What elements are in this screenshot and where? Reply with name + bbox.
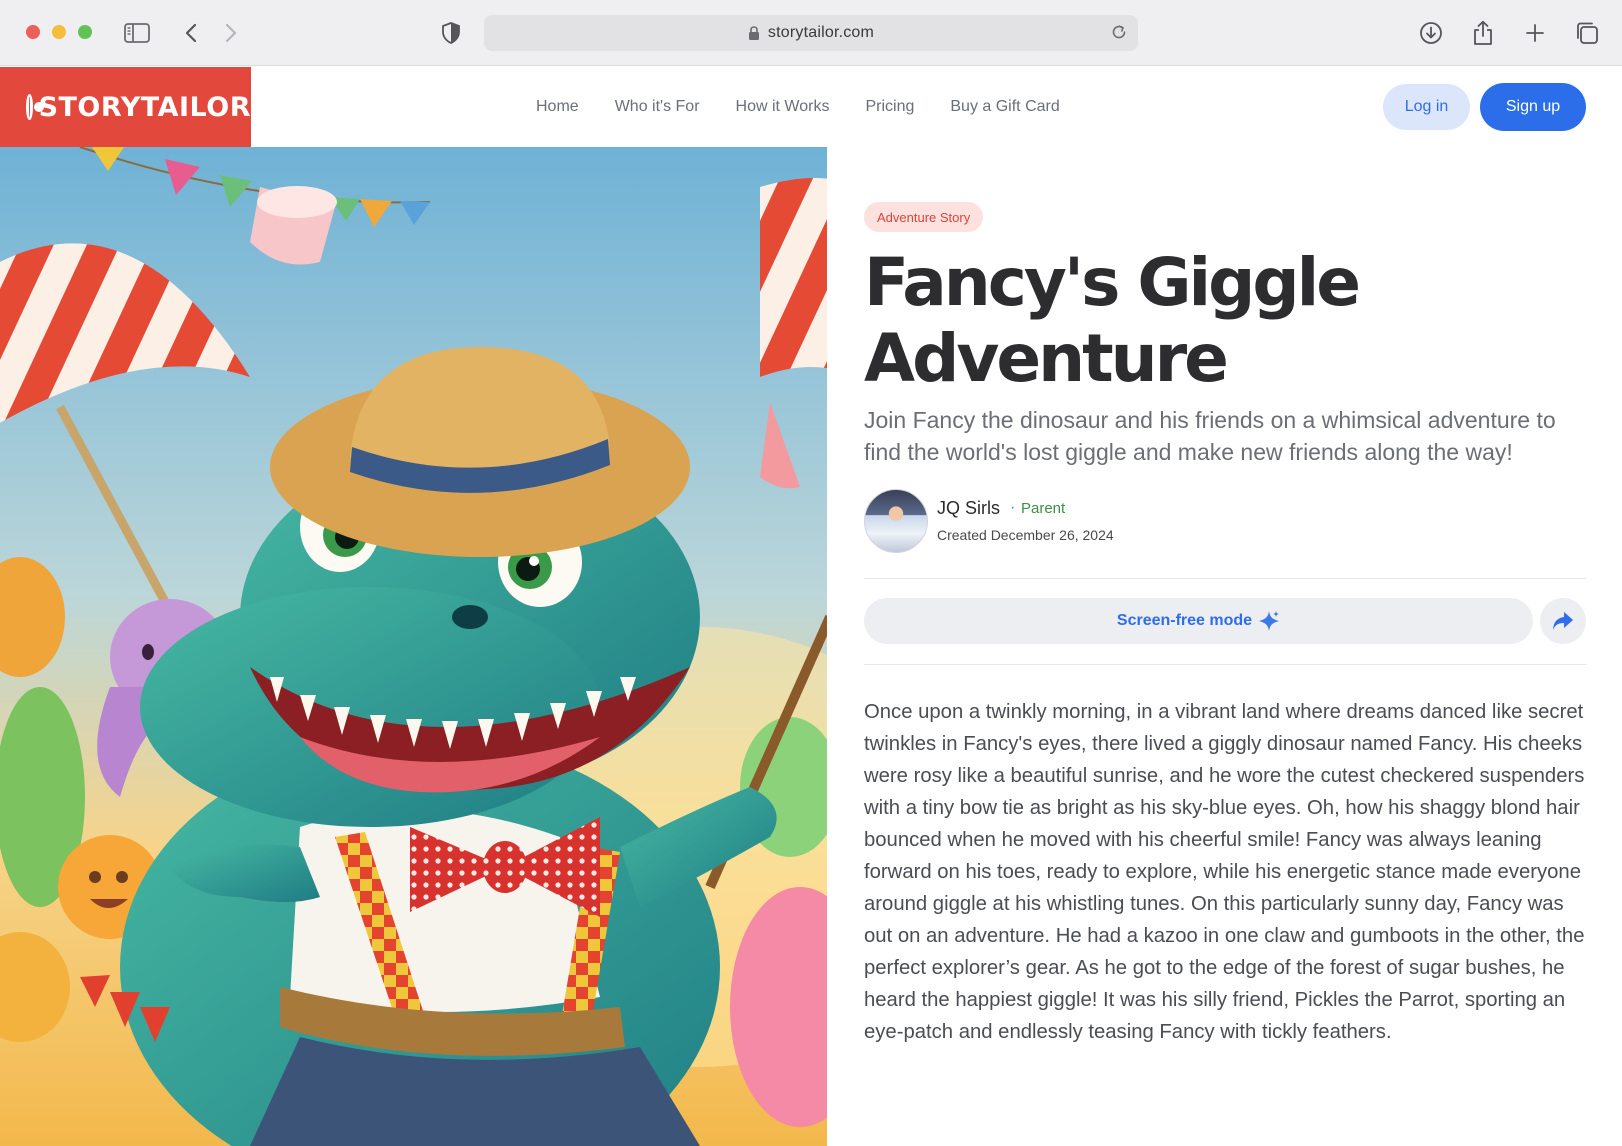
main-nav: Home Who it's For How it Works Pricing B… xyxy=(536,67,1060,147)
nav-who-its-for[interactable]: Who it's For xyxy=(615,98,700,116)
screen-free-mode-label: Screen-free mode xyxy=(1116,612,1253,629)
storytailor-logo[interactable]: STORYTAILOR xyxy=(0,67,251,147)
story-title-line-2: Adventure xyxy=(864,320,1229,397)
sidebar-icon xyxy=(124,23,150,43)
signup-button[interactable]: Sign up xyxy=(1480,83,1586,131)
story-category-tag: Adventure Story xyxy=(864,202,984,232)
download-icon xyxy=(1420,22,1442,44)
author-block: JQ Sirls · Parent Created December 26, 2… xyxy=(864,489,1584,553)
site-header: STORYTAILOR Home Who it's For How it Wor… xyxy=(0,67,1622,147)
window-controls xyxy=(26,25,92,39)
author-role: Parent xyxy=(1021,500,1066,517)
author-separator: · xyxy=(1010,499,1016,516)
nav-pricing[interactable]: Pricing xyxy=(865,98,914,116)
story-title: Fancy's Giggle Adventure xyxy=(864,245,1584,397)
divider-bottom xyxy=(864,664,1586,665)
story-title-line-1: Fancy's Giggle xyxy=(864,244,1361,321)
dinosaur-illustration xyxy=(0,147,827,1146)
nav-how-it-works[interactable]: How it Works xyxy=(736,98,830,116)
minimize-window-button[interactable] xyxy=(52,25,66,39)
created-date: Created December 26, 2024 xyxy=(937,527,1114,543)
nav-buy-gift-card[interactable]: Buy a Gift Card xyxy=(950,98,1059,116)
logo-mark-icon xyxy=(26,94,43,120)
logo-text: STORYTAILOR xyxy=(38,91,251,123)
sidebar-toggle-button[interactable] xyxy=(122,18,152,48)
screen-free-mode-button[interactable]: Screen-free mode xyxy=(864,598,1533,644)
login-button[interactable]: Log in xyxy=(1383,84,1470,130)
share-arrow-icon xyxy=(1553,612,1573,630)
nav-home[interactable]: Home xyxy=(536,98,579,116)
close-window-button[interactable] xyxy=(26,25,40,39)
reload-icon xyxy=(1112,25,1126,39)
share-icon xyxy=(1474,20,1492,45)
forward-button[interactable] xyxy=(216,18,246,48)
privacy-shield-button[interactable] xyxy=(436,18,466,48)
chevron-right-icon xyxy=(225,23,237,43)
share-story-button[interactable] xyxy=(1540,598,1586,644)
story-illustration xyxy=(0,147,827,1146)
shield-icon xyxy=(442,22,460,44)
chevron-left-icon xyxy=(185,23,197,43)
address-bar[interactable]: storytailor.com xyxy=(484,15,1138,51)
author-name[interactable]: JQ Sirls xyxy=(937,498,1000,519)
plus-icon xyxy=(1526,24,1544,42)
downloads-button[interactable] xyxy=(1416,18,1446,48)
tabs-icon xyxy=(1577,22,1598,44)
tab-overview-button[interactable] xyxy=(1572,18,1602,48)
share-page-button[interactable] xyxy=(1468,18,1498,48)
back-button[interactable] xyxy=(176,18,206,48)
lock-icon xyxy=(748,25,760,41)
maximize-window-button[interactable] xyxy=(78,25,92,39)
story-body-text: Once upon a twinkly morning, in a vibran… xyxy=(864,701,1585,1043)
browser-toolbar: storytailor.com xyxy=(0,0,1622,66)
author-avatar[interactable] xyxy=(864,489,928,553)
sparkle-icon xyxy=(1259,611,1280,631)
new-tab-button[interactable] xyxy=(1520,18,1550,48)
story-subtitle: Join Fancy the dinosaur and his friends … xyxy=(864,407,1556,465)
url-text: storytailor.com xyxy=(767,24,875,41)
divider-top xyxy=(864,578,1586,579)
reload-button[interactable] xyxy=(1110,23,1128,46)
